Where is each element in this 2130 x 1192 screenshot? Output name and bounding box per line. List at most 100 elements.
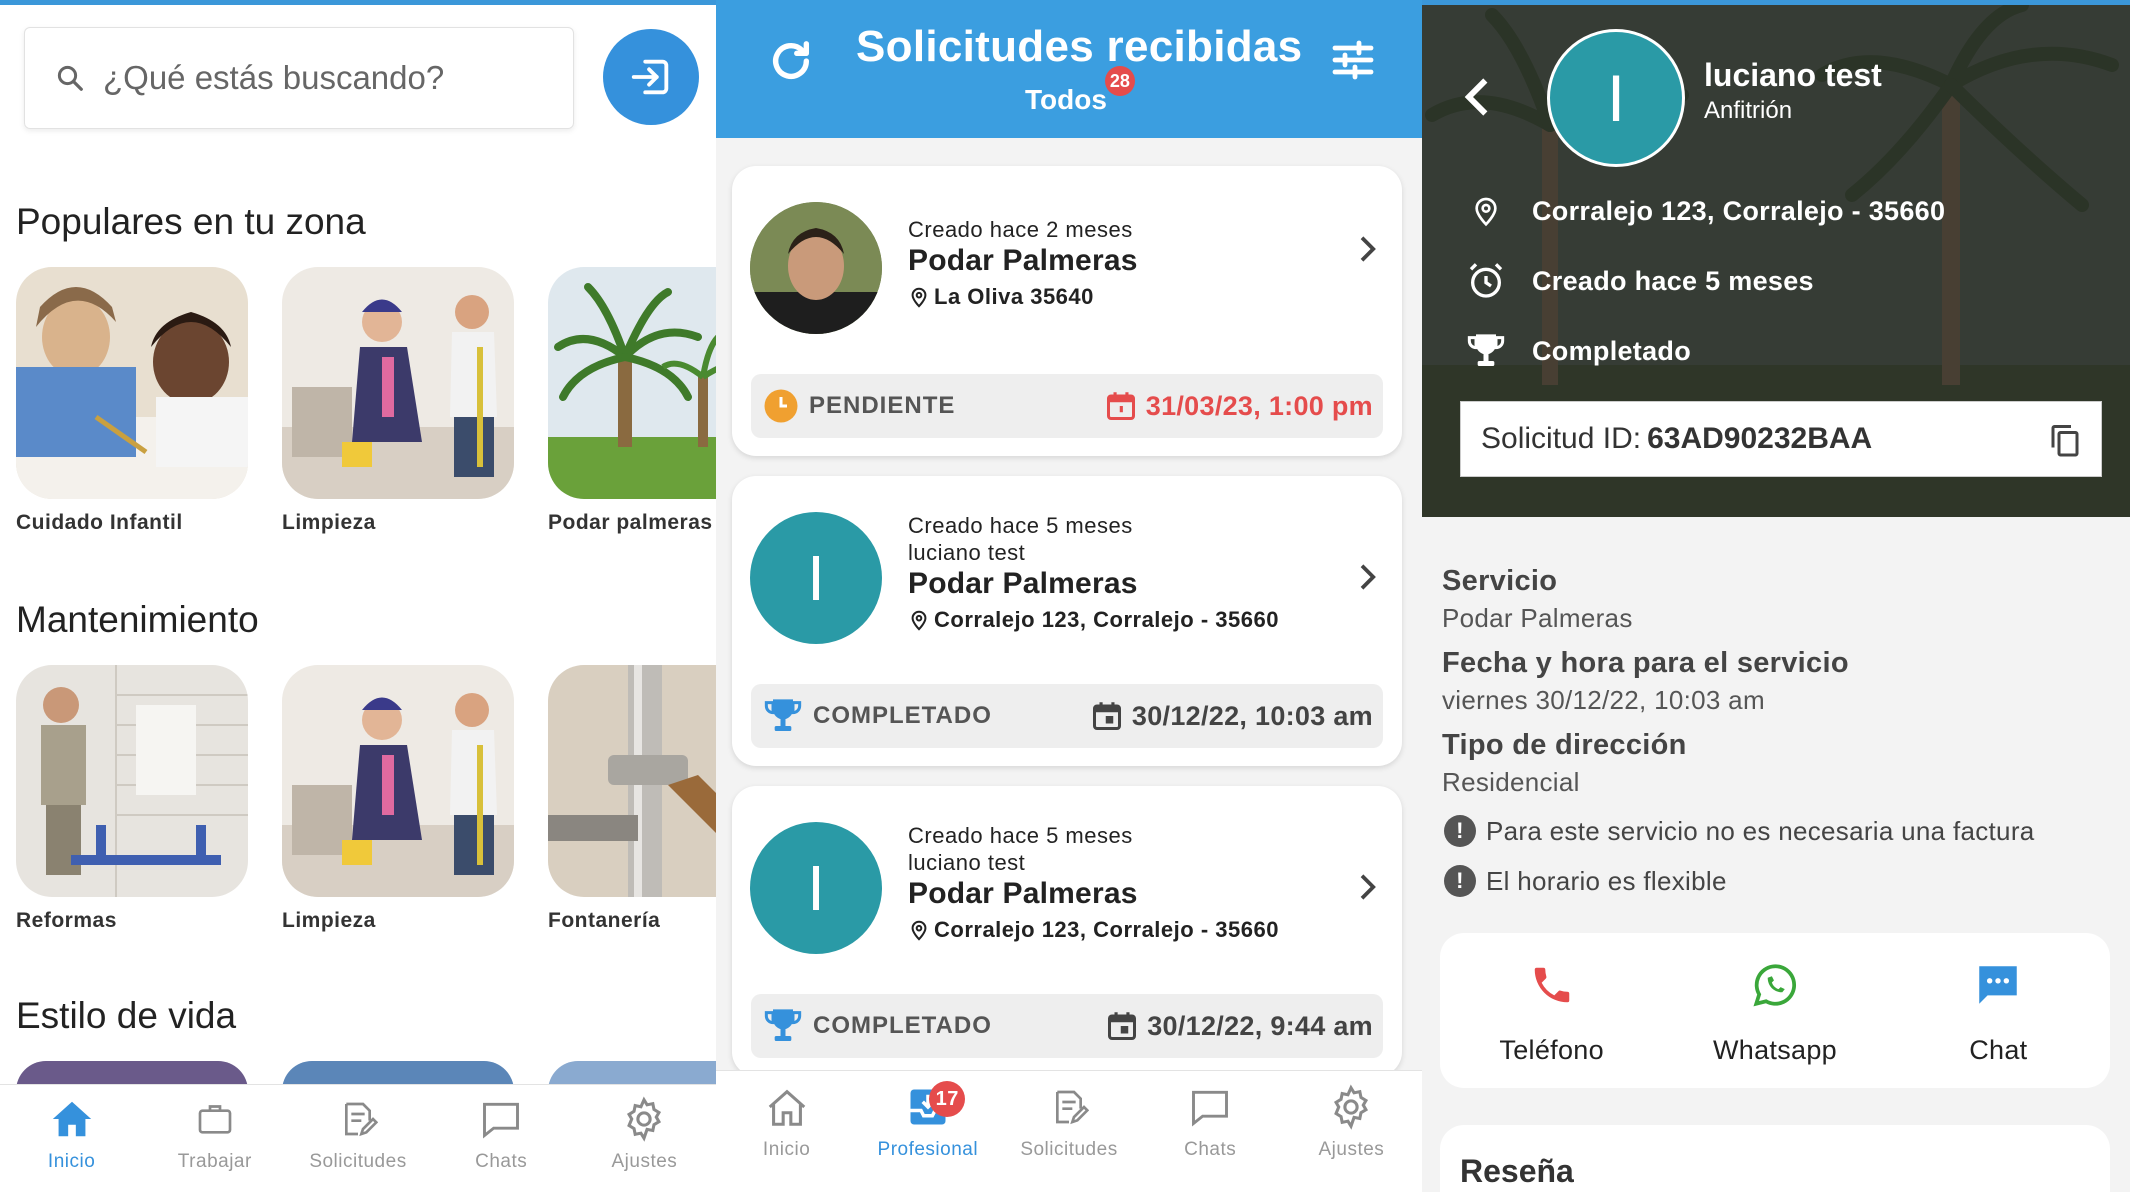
login-button[interactable] bbox=[603, 29, 699, 125]
created-text: Creado hace 5 meses bbox=[908, 513, 1133, 538]
service-title: Podar Palmeras bbox=[908, 877, 1138, 910]
tile-limpieza-2[interactable] bbox=[282, 665, 514, 897]
note-text: El horario es flexible bbox=[1486, 865, 1727, 896]
notification-badge: 17 bbox=[929, 1081, 966, 1117]
tile-podar-palmeras[interactable] bbox=[548, 267, 716, 499]
info-exclamation-icon: ! bbox=[1444, 865, 1476, 897]
gear-icon bbox=[627, 1096, 662, 1142]
chat-bubble-icon bbox=[1192, 1090, 1229, 1127]
tile-label: Cuidado Infantil bbox=[16, 511, 183, 534]
user-photo bbox=[750, 202, 882, 334]
tab-label: Trabajar bbox=[177, 1151, 252, 1172]
request-id-label: Solicitud ID: bbox=[1481, 422, 1642, 455]
request-card[interactable]: Creado hace 2 meses Podar Palmeras La Ol… bbox=[732, 166, 1402, 456]
address-type-label: Tipo de dirección bbox=[1442, 729, 1687, 761]
location: Corralejo 123, Corralejo - 35660 bbox=[908, 916, 1279, 943]
date-text: 30/12/22, 10:03 am bbox=[1131, 700, 1373, 731]
search-input[interactable]: ¿Qué estás buscando? bbox=[24, 27, 574, 129]
location-text: Corralejo 123, Corralejo - 35660 bbox=[934, 917, 1279, 942]
tile-label: Reformas bbox=[16, 909, 117, 932]
tab-label: Solicitudes bbox=[309, 1151, 407, 1172]
date: 31/03/23, 1:00 pm bbox=[1106, 391, 1373, 422]
datetime-label: Fecha y hora para el servicio bbox=[1442, 647, 1849, 679]
section-title-maintenance: Mantenimiento bbox=[16, 599, 259, 640]
status-badge: COMPLETADO bbox=[813, 702, 992, 729]
tile-label: Fontanería bbox=[548, 909, 661, 932]
calendar-icon bbox=[1092, 702, 1121, 730]
status-row: COMPLETADO 30/12/22, 9:44 am bbox=[751, 994, 1383, 1058]
location-pin-icon bbox=[911, 287, 927, 308]
filter-sliders-icon[interactable] bbox=[1328, 36, 1378, 84]
tile-fontaneria[interactable] bbox=[548, 665, 716, 897]
tile-limpieza[interactable] bbox=[282, 267, 514, 499]
created-text: Creado hace 2 meses bbox=[908, 217, 1133, 242]
section-title-popular: Populares en tu zona bbox=[16, 201, 366, 242]
renovation-image bbox=[16, 665, 248, 897]
tile-cuidado-infantil[interactable] bbox=[16, 267, 248, 499]
note-invoice: ! Para este servicio no es necesaria una… bbox=[1436, 815, 2035, 847]
tab-trabajar[interactable]: Trabajar bbox=[143, 1097, 286, 1192]
note-flexible: ! El horario es flexible bbox=[1436, 865, 1727, 897]
tab-solicitudes[interactable]: Solicitudes bbox=[998, 1085, 1139, 1192]
copy-icon[interactable] bbox=[2047, 422, 2083, 458]
avatar: I bbox=[750, 822, 882, 954]
location: Corralejo 123, Corralejo - 35660 bbox=[908, 606, 1279, 633]
review-card: Reseña bbox=[1440, 1125, 2110, 1192]
tab-inicio[interactable]: Inicio bbox=[0, 1097, 143, 1192]
request-card[interactable]: I Creado hace 5 meses luciano test Podar… bbox=[732, 786, 1402, 1076]
tile-reformas[interactable] bbox=[16, 665, 248, 897]
chat-button[interactable]: Chat bbox=[1887, 933, 2110, 1088]
home-icon bbox=[52, 1101, 91, 1137]
requests-header: Solicitudes recibidas Todos28 bbox=[716, 0, 1422, 138]
user-role: Anfitrión bbox=[1704, 97, 1793, 124]
service-label: Servicio bbox=[1442, 565, 1558, 597]
address-text: Corralejo 123, Corralejo - 35660 bbox=[1532, 195, 1946, 226]
tab-profesional[interactable]: 17 Profesional bbox=[857, 1081, 998, 1192]
tab-solicitudes[interactable]: Solicitudes bbox=[286, 1097, 429, 1192]
calendar-icon bbox=[1108, 1012, 1137, 1040]
tab-label: Chats bbox=[475, 1151, 528, 1172]
status-badge: COMPLETADO bbox=[813, 1012, 992, 1039]
cleaning-image bbox=[282, 267, 514, 499]
tab-ajustes[interactable]: Ajustes bbox=[1281, 1084, 1422, 1192]
phone-icon bbox=[1534, 967, 1569, 1003]
tab-inicio[interactable]: Inicio bbox=[716, 1085, 857, 1192]
cleaning-image bbox=[282, 665, 514, 897]
trophy-icon bbox=[1467, 334, 1505, 366]
tab-label: Ajustes bbox=[1318, 1139, 1385, 1160]
request-card[interactable]: I Creado hace 5 meses luciano test Podar… bbox=[732, 476, 1402, 766]
tab-label: Solicitudes bbox=[1020, 1139, 1118, 1160]
avatar: I bbox=[750, 512, 882, 644]
tile-label: Limpieza bbox=[282, 511, 376, 534]
tab-label: Profesional bbox=[877, 1139, 979, 1160]
date: 30/12/22, 10:03 am bbox=[1092, 701, 1373, 732]
palm-image bbox=[548, 267, 716, 499]
login-icon bbox=[631, 59, 669, 95]
document-edit-icon bbox=[345, 1102, 378, 1137]
tab-chats[interactable]: Chats bbox=[430, 1097, 573, 1192]
briefcase-icon bbox=[198, 1105, 232, 1134]
chat-message-icon bbox=[1979, 966, 2018, 1004]
whatsapp-button[interactable]: Whatsapp bbox=[1663, 933, 1886, 1088]
action-label: Chat bbox=[1969, 1035, 2028, 1065]
chevron-right-icon bbox=[1360, 564, 1376, 590]
filter-label[interactable]: Todos28 bbox=[1025, 66, 1135, 116]
trophy-icon bbox=[764, 699, 802, 731]
tab-chats[interactable]: Chats bbox=[1140, 1085, 1281, 1192]
note-text: Para este servicio no es necesaria una f… bbox=[1486, 815, 2035, 846]
tab-ajustes[interactable]: Ajustes bbox=[573, 1096, 716, 1192]
action-label: Teléfono bbox=[1499, 1035, 1604, 1065]
search-placeholder: ¿Qué estás buscando? bbox=[103, 59, 445, 96]
section-title-lifestyle: Estilo de vida bbox=[16, 995, 237, 1036]
created-text: Creado hace 5 meses bbox=[908, 823, 1133, 848]
request-id-box: Solicitud ID: 63AD90232BAA bbox=[1460, 401, 2102, 477]
date: 30/12/22, 9:44 am bbox=[1107, 1011, 1373, 1042]
phone-button[interactable]: Teléfono bbox=[1440, 933, 1663, 1088]
chevron-right-icon bbox=[1360, 236, 1376, 262]
refresh-icon[interactable] bbox=[768, 38, 814, 84]
tab-bar: Inicio 17 Profesional Solicitudes Chats … bbox=[716, 1070, 1422, 1192]
user-name: luciano test bbox=[1704, 57, 1882, 93]
filter-text: Todos bbox=[1025, 84, 1107, 115]
status-text: Completado bbox=[1532, 335, 1692, 366]
back-chevron-icon[interactable] bbox=[1462, 75, 1494, 119]
